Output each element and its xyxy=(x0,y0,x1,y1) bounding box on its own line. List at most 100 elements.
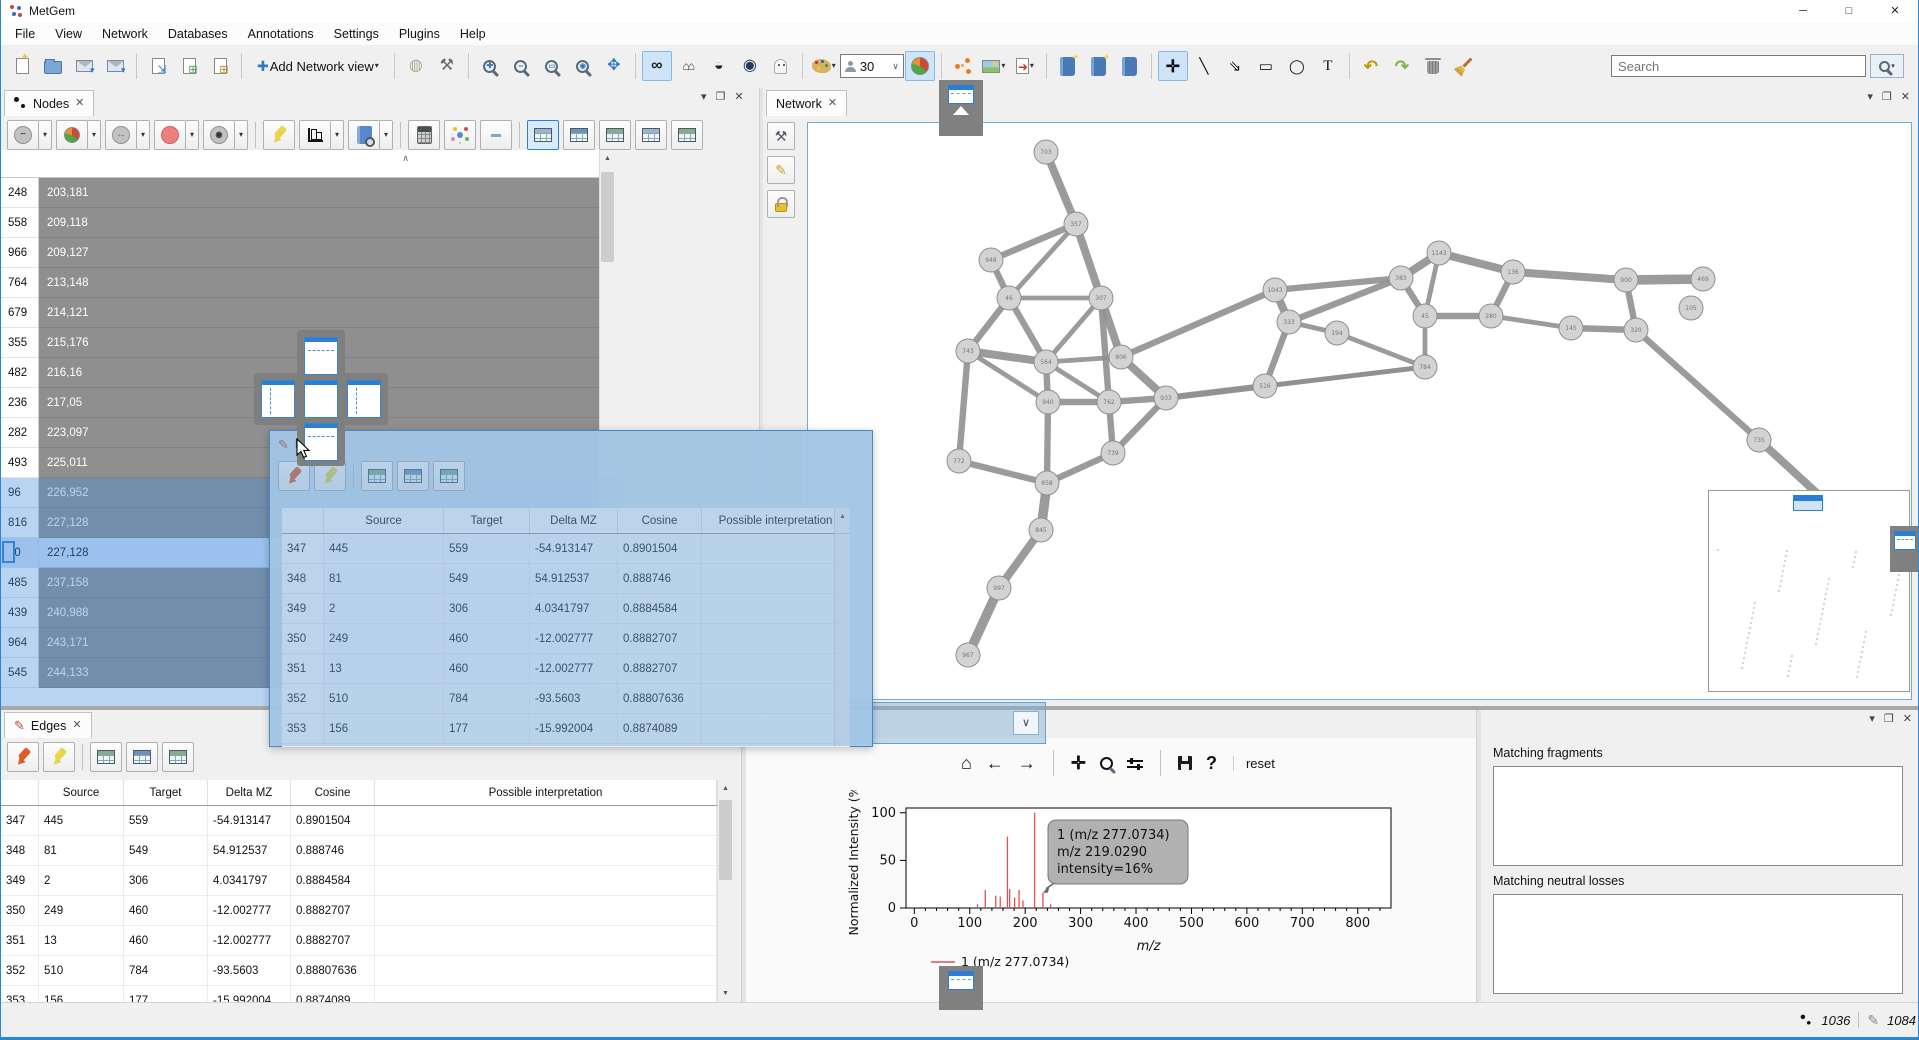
table-row[interactable]: 558209,118 xyxy=(1,208,599,238)
network-node[interactable]: 784 xyxy=(1413,355,1437,379)
edges-table-scrollbar[interactable]: ▲ ▼ xyxy=(717,780,733,1002)
network-node[interactable]: 940 xyxy=(1036,390,1060,414)
cell-interp[interactable] xyxy=(702,684,850,713)
export-button[interactable]: ➜▾ xyxy=(1010,51,1040,81)
column-header-cosine[interactable]: Cosine xyxy=(291,780,375,805)
tab-close-icon[interactable]: ✕ xyxy=(72,720,81,731)
network-edge[interactable] xyxy=(1046,298,1101,362)
cell-source[interactable]: 510 xyxy=(324,684,444,713)
table-freeze-button[interactable] xyxy=(599,120,631,150)
lookup-database-button[interactable] xyxy=(348,120,380,150)
text-tool-button[interactable]: T xyxy=(1313,51,1343,81)
cell-interp[interactable] xyxy=(702,594,850,623)
redo-button[interactable]: ↷ xyxy=(1387,51,1417,81)
table-row[interactable]: 350249460-12.0027770.8882707 xyxy=(282,624,850,654)
network-edge[interactable] xyxy=(991,224,1076,260)
tab-close-icon[interactable]: ✕ xyxy=(828,98,837,109)
zoom-in-button[interactable]: ✚ xyxy=(475,51,505,81)
table-row[interactable]: 3488154954.9125370.888746 xyxy=(1,836,717,866)
clear-annotations-button[interactable] xyxy=(1449,51,1479,81)
network-node[interactable]: 772 xyxy=(947,449,971,473)
network-edge[interactable] xyxy=(959,351,968,461)
network-node[interactable]: 967 xyxy=(956,643,980,667)
line-tool-button[interactable]: ╲ xyxy=(1189,51,1219,81)
cell-delta[interactable]: 54.912537 xyxy=(530,564,618,593)
tab-network[interactable]: Network ✕ xyxy=(766,90,847,116)
network-node[interactable]: 743 xyxy=(956,339,980,363)
network-node[interactable]: 136 xyxy=(1501,260,1525,284)
node-ring-button-dropdown[interactable]: ▾ xyxy=(235,120,248,150)
network-edge[interactable] xyxy=(1513,272,1626,280)
table-row[interactable]: 3488154954.9125370.888746 xyxy=(282,564,850,594)
save-project-button[interactable] xyxy=(69,51,99,81)
cell-source[interactable]: 13 xyxy=(39,926,124,955)
menu-item-help[interactable]: Help xyxy=(450,24,496,44)
mz-cell[interactable]: 209,118 xyxy=(39,208,599,238)
row-header-cell[interactable]: 248 xyxy=(1,178,39,208)
column-header-possible-interpretation[interactable]: Possible interpretation xyxy=(375,780,717,805)
cell-cosine[interactable]: 0.888746 xyxy=(291,836,375,865)
edge-highlight-yellow-button[interactable] xyxy=(43,742,75,772)
show-items-button[interactable]: ◉ xyxy=(735,51,765,81)
network-node[interactable]: 845 xyxy=(1029,518,1053,542)
cell-target[interactable]: 460 xyxy=(124,926,208,955)
table-fit-button[interactable] xyxy=(433,461,465,491)
cell-target[interactable]: 559 xyxy=(124,806,208,835)
dock-close-icon[interactable]: ✕ xyxy=(734,92,743,103)
column-header-target[interactable]: Target xyxy=(444,508,530,533)
import-group-mappings-button[interactable]: ⊞ xyxy=(205,51,235,81)
import-metadata-button[interactable]: ⊞ xyxy=(174,51,204,81)
cell-cosine[interactable]: 0.8901504 xyxy=(291,806,375,835)
cell-cosine[interactable]: 0.8882707 xyxy=(291,926,375,955)
dock-guide-left[interactable] xyxy=(261,380,295,418)
network-node[interactable]: 307 xyxy=(1089,286,1113,310)
cell-cosine[interactable]: 0.8874089 xyxy=(618,714,702,743)
ghost-mode-button[interactable] xyxy=(766,51,796,81)
dock-guide-right-edge[interactable] xyxy=(1890,526,1919,572)
menu-item-network[interactable]: Network xyxy=(92,24,158,44)
network-node[interactable]: 145 xyxy=(1559,316,1583,340)
cell-source[interactable]: 156 xyxy=(39,986,124,1002)
cell-cosine[interactable]: 0.8882707 xyxy=(618,624,702,653)
network-node[interactable]: 948 xyxy=(979,248,1003,272)
dock-menu-icon[interactable]: ▾ xyxy=(1869,714,1875,725)
cell-cosine[interactable]: 0.8874089 xyxy=(291,986,375,1002)
cell-delta[interactable]: 54.912537 xyxy=(208,836,291,865)
row-header-cell[interactable]: 764 xyxy=(1,268,39,298)
cell-delta[interactable]: -54.913147 xyxy=(530,534,618,563)
table-row[interactable]: 764213,148 xyxy=(1,268,599,298)
network-node[interactable]: 357 xyxy=(1064,212,1088,236)
table-row[interactable]: 353156177-15.9920040.8874089 xyxy=(282,714,850,744)
dash-button[interactable]: ▬ xyxy=(480,120,512,150)
node-highlight-button[interactable] xyxy=(154,120,186,150)
lookup-database-button-dropdown[interactable]: ▾ xyxy=(380,120,393,150)
open-project-button[interactable] xyxy=(38,51,68,81)
zoom-out-button[interactable]: − xyxy=(506,51,536,81)
cell-cosine[interactable]: 0.888746 xyxy=(618,564,702,593)
dock-float-icon[interactable]: ❐ xyxy=(1882,92,1892,103)
cell-target[interactable]: 306 xyxy=(444,594,530,623)
row-header-cell[interactable]: 355 xyxy=(1,328,39,358)
dock-guide-bottom-edge[interactable] xyxy=(939,966,983,1010)
table-row[interactable]: 35113460-12.0027770.8882707 xyxy=(1,926,717,956)
network-node[interactable]: 933 xyxy=(1154,386,1178,410)
table-row[interactable]: 352510784-93.56030.88807636 xyxy=(282,684,850,714)
cell-cosine[interactable]: 0.88807636 xyxy=(291,956,375,985)
cell-source[interactable]: 81 xyxy=(324,564,444,593)
cell-source[interactable]: 510 xyxy=(39,956,124,985)
network-node[interactable]: 997 xyxy=(987,576,1011,600)
cell-source[interactable]: 2 xyxy=(39,866,124,895)
network-node[interactable]: 858 xyxy=(1035,471,1059,495)
network-node[interactable]: 1043 xyxy=(1263,278,1287,302)
cell-delta[interactable]: -15.992004 xyxy=(530,714,618,743)
dock-close-icon[interactable]: ✕ xyxy=(1903,714,1912,725)
cell-cosine[interactable]: 0.88807636 xyxy=(618,684,702,713)
node-ring-button[interactable]: ◉ xyxy=(203,120,235,150)
lock-annotations-button[interactable] xyxy=(767,190,795,218)
process-button[interactable]: ◍ xyxy=(401,51,431,81)
network-edge[interactable] xyxy=(1265,367,1425,386)
network-node[interactable]: 333 xyxy=(1277,310,1301,334)
maximize-button[interactable]: □ xyxy=(1826,0,1872,22)
menu-item-view[interactable]: View xyxy=(45,24,92,44)
network-node[interactable]: 45 xyxy=(1413,304,1437,328)
